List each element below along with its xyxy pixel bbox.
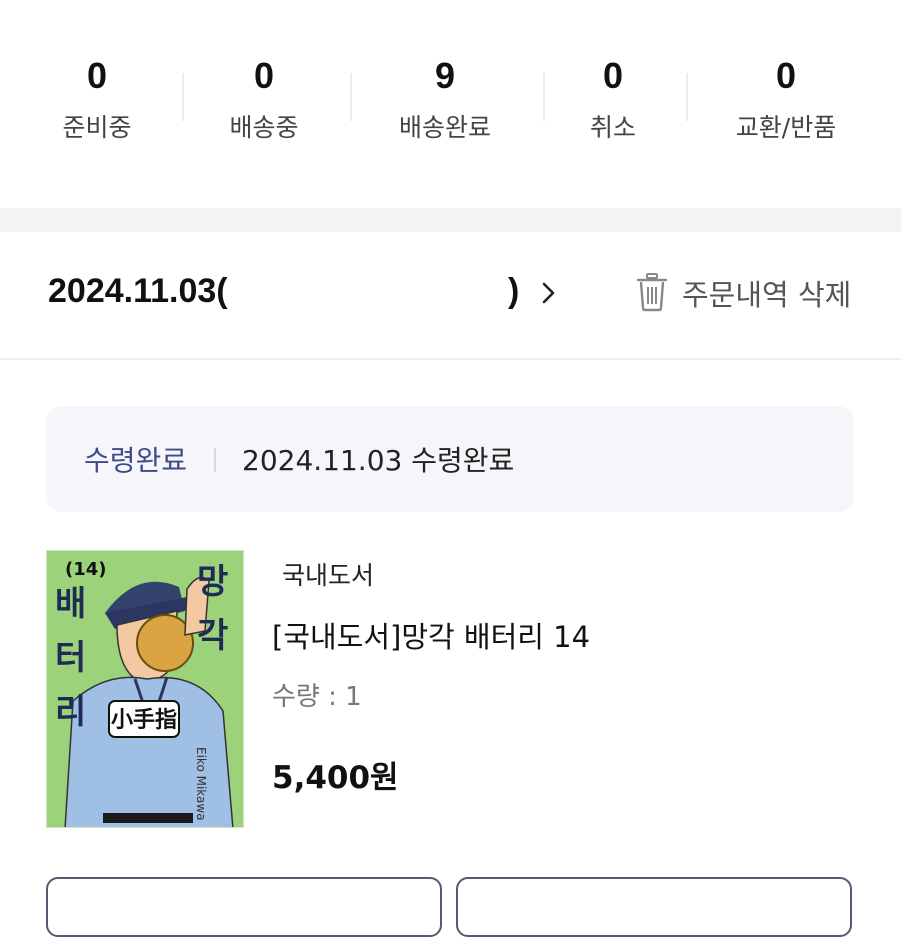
divider: [686, 73, 688, 121]
cover-title-char: 망: [197, 562, 228, 602]
action-button-right[interactable]: [456, 877, 852, 937]
cover-title-char: 배: [55, 584, 86, 624]
cover-title-char: 각: [197, 616, 228, 656]
stat-delivered[interactable]: 9 배송완료: [365, 52, 525, 150]
stat-label: 교환/반품: [735, 113, 837, 142]
stat-count: 0: [775, 55, 797, 96]
delivery-status-box: 수령완료 2024.11.03 수령완료: [46, 406, 854, 512]
stat-exchange-return[interactable]: 0 교환/반품: [706, 52, 866, 150]
order-status-summary: 0 준비중 0 배송중 9 배송완료 0 취소 0 교환/반품: [0, 0, 901, 208]
stat-shipping[interactable]: 0 배송중: [184, 52, 344, 150]
product-price: 5,400원: [272, 760, 399, 796]
product-title[interactable]: [국내도서]망각 배터리 14: [272, 614, 590, 656]
trash-icon[interactable]: [636, 272, 668, 312]
status-detail: 2024.11.03 수령완료: [242, 444, 515, 477]
product-category: 국내도서: [282, 561, 375, 590]
status-badge: 수령완료: [84, 444, 188, 477]
stat-count: 9: [434, 55, 456, 96]
stat-label: 배송완료: [398, 113, 491, 142]
cover-emblem: 小手指: [111, 708, 177, 733]
stat-preparing[interactable]: 0 준비중: [17, 52, 177, 150]
stat-label: 배송중: [229, 113, 299, 142]
cover-author: Eiko Mikawa: [194, 747, 208, 821]
section-divider-band: [0, 208, 901, 232]
divider: [214, 448, 216, 472]
cover-title-char: 리: [55, 692, 86, 732]
stat-count: 0: [253, 55, 275, 96]
cover-title-char: 터: [55, 638, 86, 678]
order-date-close[interactable]: ): [508, 272, 519, 311]
stat-count: 0: [602, 55, 624, 96]
book-cover-illustration: 小手指 (14) 배 터 리 망 각 Eiko Mikawa: [47, 551, 243, 827]
divider: [350, 73, 352, 121]
stat-count: 0: [86, 55, 108, 96]
order-header: 2024.11.03( ) 주문내역 삭제: [0, 232, 901, 360]
product-quantity: 수량 : 1: [272, 682, 362, 712]
stat-label: 취소: [589, 113, 636, 142]
stat-label: 준비중: [62, 113, 132, 142]
action-button-left[interactable]: [46, 877, 442, 937]
stat-cancelled[interactable]: 0 취소: [533, 52, 693, 150]
delete-order-button[interactable]: 주문내역 삭제: [682, 272, 851, 314]
cover-volume: (14): [65, 559, 107, 580]
order-date[interactable]: 2024.11.03(: [48, 272, 228, 311]
chevron-right-icon[interactable]: [536, 280, 562, 306]
book-cover-image[interactable]: 小手指 (14) 배 터 리 망 각 Eiko Mikawa: [46, 550, 244, 828]
